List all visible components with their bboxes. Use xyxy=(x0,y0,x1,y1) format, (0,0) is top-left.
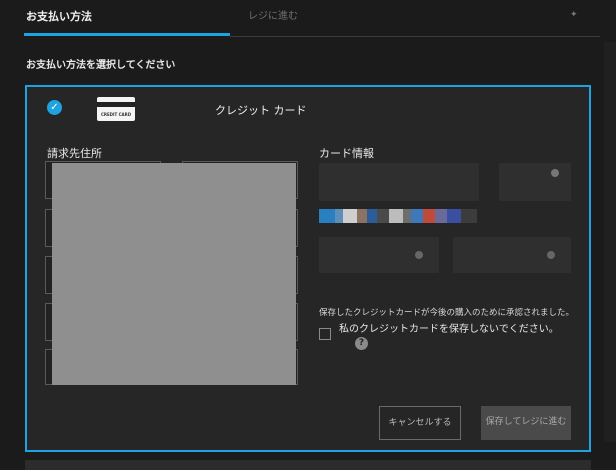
section-title: お支払い方法を選択してください xyxy=(26,60,176,71)
tab-checkout[interactable]: レジに進む xyxy=(230,0,550,36)
saved-card-note: 保存したクレジットカードが今後の購入のために承認されました。 xyxy=(319,308,575,318)
billing-address-redacted xyxy=(52,163,296,385)
expiry-dot xyxy=(415,251,423,259)
checkout-page: お支払い方法 レジに進む ✦ お支払い方法を選択してください ✓ CREDIT … xyxy=(0,0,616,470)
card-stripe xyxy=(97,102,135,107)
payment-method-label: クレジット カード xyxy=(215,104,307,117)
cancel-button[interactable]: キャンセルする xyxy=(379,406,461,440)
save-and-checkout-button[interactable]: 保存してレジに進む xyxy=(481,406,571,440)
dont-save-card-label[interactable]: 私のクレジットカードを保存しないでください。? xyxy=(339,323,561,352)
credit-card-icon-text: CREDIT CARD xyxy=(100,112,132,117)
billing-address-label: 請求先住所 xyxy=(47,147,102,160)
next-option-panel-edge xyxy=(25,460,591,470)
scroll-track[interactable] xyxy=(604,42,616,442)
card-info-label: カード情報 xyxy=(319,147,374,160)
active-tab-indicator xyxy=(24,33,230,36)
help-icon[interactable]: ? xyxy=(355,337,368,350)
card-type-field[interactable] xyxy=(499,163,571,201)
extra-step-icon: ✦ xyxy=(570,10,578,20)
tab-payment-method[interactable]: お支払い方法 xyxy=(0,0,230,36)
checkout-steps: お支払い方法 レジに進む ✦ xyxy=(0,0,616,38)
selected-check-icon[interactable]: ✓ xyxy=(47,100,62,115)
card-brand-logos-redacted xyxy=(319,209,477,223)
credit-card-option-panel[interactable]: ✓ CREDIT CARD クレジット カード 請求先住所 カード情報 保存した… xyxy=(25,85,591,452)
card-cvv-field[interactable] xyxy=(453,237,571,273)
card-expiry-field[interactable] xyxy=(319,237,439,273)
dont-save-card-checkbox[interactable] xyxy=(319,328,331,340)
credit-card-icon: CREDIT CARD xyxy=(97,97,135,121)
card-number-field[interactable] xyxy=(319,163,479,201)
tabs-divider xyxy=(230,36,600,37)
card-type-dot xyxy=(551,169,559,177)
cvv-dot xyxy=(547,251,555,259)
dont-save-card-text: 私のクレジットカードを保存しないでください。 xyxy=(339,324,559,335)
